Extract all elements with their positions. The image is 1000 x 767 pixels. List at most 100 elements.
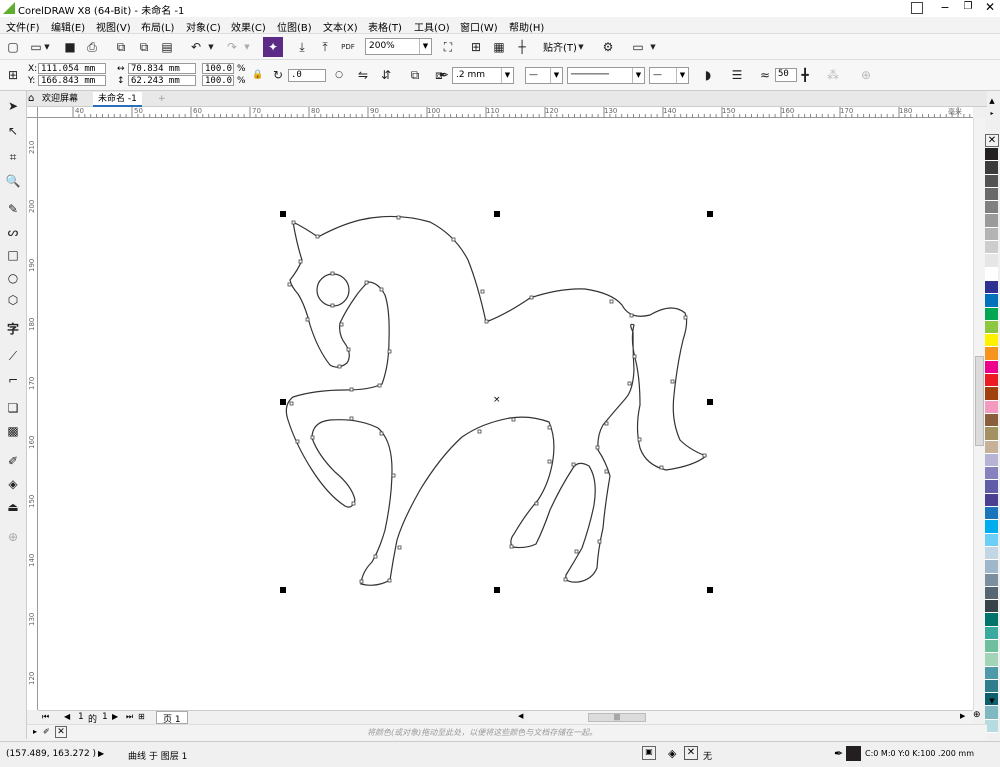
rectangle-tool-icon[interactable]: □ (3, 245, 23, 265)
vertical-ruler[interactable]: 210 200 190 180 170 160 150 140 130 120 (27, 118, 38, 710)
color-swatch[interactable] (985, 174, 998, 188)
add-tool-icon[interactable]: ⊕ (3, 527, 23, 547)
options-gear-icon[interactable]: ⚙ (598, 37, 618, 57)
application-launcher-icon[interactable]: ▭ (628, 37, 648, 57)
vertical-scroll-thumb[interactable] (975, 356, 984, 446)
doc-palette-menu-icon[interactable]: ▸ (33, 727, 37, 736)
snap-to-menu[interactable]: 贴齐(T) (543, 39, 577, 54)
cut-icon[interactable]: ⧉ (111, 37, 131, 57)
color-swatch[interactable] (985, 520, 998, 534)
redo-icon[interactable]: ↷ (222, 37, 242, 57)
fill-none-icon[interactable]: ✕ (684, 746, 698, 760)
import-icon[interactable]: ⤓ (292, 37, 312, 57)
text-wrap-icon[interactable]: ☰ (727, 65, 747, 85)
search-content-icon[interactable]: ✦ (263, 37, 283, 57)
menu-layout[interactable]: 布局(L) (141, 19, 174, 34)
line-style-select[interactable]: ─────── ▼ (567, 67, 645, 84)
y-position-input[interactable]: 166.843 mm (38, 75, 106, 86)
launcher-dropdown-icon[interactable]: ▼ (648, 37, 658, 57)
show-guidelines-icon[interactable]: ┼ (512, 37, 532, 57)
no-color-swatch[interactable]: ✕ (985, 134, 999, 147)
page-tab[interactable]: 页 1 (156, 711, 188, 725)
status-arrow-icon[interactable]: ▶ (98, 749, 104, 758)
handle-middle-left[interactable] (280, 399, 286, 405)
color-swatch[interactable] (985, 347, 998, 361)
show-rulers-icon[interactable]: ⊞ (466, 37, 486, 57)
color-swatch[interactable] (985, 440, 998, 454)
undo-icon[interactable]: ↶ (186, 37, 206, 57)
export-icon[interactable]: ⤒ (315, 37, 335, 57)
scale-x-input[interactable]: 100.0 (202, 63, 234, 74)
palette-scroll-up-icon[interactable]: ▲ (985, 97, 999, 108)
handle-middle-right[interactable] (707, 399, 713, 405)
handle-top-center[interactable] (494, 211, 500, 217)
pick-tool-icon[interactable]: ➤ (3, 96, 23, 116)
color-swatch[interactable] (985, 546, 998, 561)
parallel-dimension-icon[interactable]: ⟋ (3, 346, 23, 366)
outline-pen-status-icon[interactable]: ✒ (834, 747, 843, 760)
redo-dropdown-icon[interactable]: ▼ (242, 37, 252, 57)
smoothness-slider-icon[interactable]: ╋ (798, 65, 812, 85)
color-swatch[interactable] (985, 148, 998, 162)
close-button[interactable]: ✕ (983, 0, 997, 14)
color-swatch[interactable] (985, 294, 998, 308)
drop-shadow-icon[interactable]: ❏ (3, 398, 23, 418)
center-marker-icon[interactable]: × (493, 395, 501, 405)
freehand-tool-icon[interactable]: ✎ (3, 199, 23, 219)
zoom-tool-icon[interactable]: 🔍 (3, 171, 23, 191)
color-swatch[interactable] (985, 480, 998, 494)
horizontal-ruler[interactable]: 40 50 60 70 80 90 100 110 120 130 140 15… (38, 107, 973, 118)
last-page-icon[interactable]: ⏭ (126, 712, 133, 722)
color-swatch[interactable] (985, 600, 998, 614)
snap-dropdown-icon[interactable]: ▼ (576, 37, 586, 57)
color-swatch[interactable] (985, 653, 998, 667)
mirror-horizontal-icon[interactable]: ⇋ (353, 65, 373, 85)
document-palette[interactable]: ▸ ✐ ✕ 将颜色(或对象)拖动至此处，以便将这些颜色与文档存储在一起。 (27, 724, 987, 740)
copy-icon[interactable]: ⧉ (134, 37, 154, 57)
paste-icon[interactable]: ▤ (157, 37, 177, 57)
handle-top-left[interactable] (280, 211, 286, 217)
zoom-level-select[interactable]: 200% ▼ (365, 38, 432, 55)
color-swatch[interactable] (985, 374, 998, 388)
scale-y-input[interactable]: 100.0 (202, 75, 234, 86)
horizontal-scrollbar[interactable]: ◀ ||| ▶ (518, 710, 973, 724)
color-swatch[interactable] (985, 507, 998, 521)
publish-pdf-icon[interactable]: PDF (338, 37, 358, 57)
artistic-media-icon[interactable]: ᔕ (3, 222, 23, 242)
interactive-fill-icon[interactable]: ◈ (3, 474, 23, 494)
first-page-icon[interactable]: ⏮ (42, 712, 49, 722)
color-swatch[interactable] (985, 227, 998, 242)
color-swatch[interactable] (985, 453, 998, 468)
color-swatch[interactable] (985, 639, 998, 654)
open-dropdown-icon[interactable]: ▼ (42, 37, 52, 57)
crop-tool-icon[interactable]: ⌗ (3, 147, 23, 167)
color-swatch[interactable] (985, 280, 998, 295)
color-swatch[interactable] (985, 626, 998, 640)
color-swatch[interactable] (985, 706, 998, 720)
horse-curve[interactable] (38, 118, 973, 710)
color-swatch[interactable] (985, 679, 998, 694)
color-swatch[interactable] (985, 467, 998, 481)
transparency-icon[interactable]: ▩ (3, 421, 23, 441)
scroll-left-icon[interactable]: ◀ (518, 712, 523, 720)
mirror-vertical-icon[interactable]: ⇵ (376, 65, 396, 85)
minimize-button[interactable]: − (938, 1, 952, 15)
print-icon[interactable]: ⎙ (82, 37, 102, 57)
eyedropper-icon[interactable]: ✐ (3, 451, 23, 471)
color-swatch[interactable] (985, 187, 998, 202)
next-page-icon[interactable]: ▶ (112, 712, 118, 721)
menu-window[interactable]: 窗口(W) (460, 19, 498, 34)
handle-top-right[interactable] (707, 211, 713, 217)
combine-icon[interactable]: ⧉ (405, 65, 425, 85)
menu-file[interactable]: 文件(F) (6, 19, 40, 34)
polygon-tool-icon[interactable]: ⬡ (3, 290, 23, 310)
show-grid-icon[interactable]: ▦ (489, 37, 509, 57)
ellipse-tool-icon[interactable]: ○ (3, 268, 23, 288)
smart-fill-icon[interactable]: ⏏ (3, 497, 23, 517)
color-swatch[interactable] (985, 267, 998, 281)
lock-ratio-icon[interactable]: 🔒 (248, 65, 268, 85)
menu-object[interactable]: 对象(C) (186, 19, 221, 34)
new-tab-icon[interactable]: + (153, 92, 171, 107)
scroll-right-icon[interactable]: ▶ (960, 712, 965, 720)
color-swatch[interactable] (985, 560, 998, 574)
